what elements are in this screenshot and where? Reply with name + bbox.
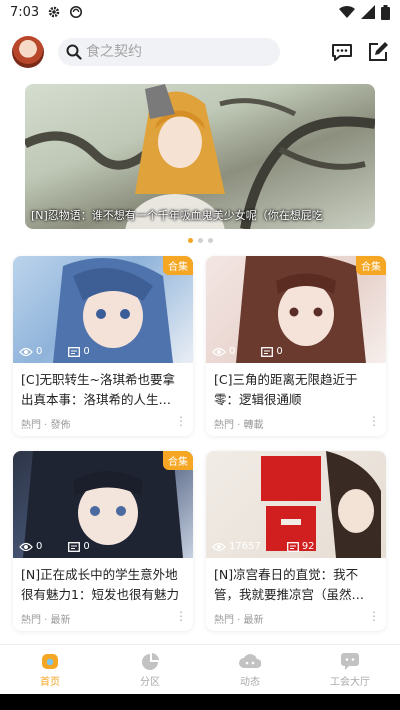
search-icon (66, 44, 82, 60)
battery-icon (381, 4, 390, 20)
view-count-value: 0 (229, 346, 236, 357)
post-card[interactable]: 合集 0 0 [C]三角的距离无限趋近于零：逻辑很通顺 熱門 · 轉載 ⋮ (206, 256, 386, 436)
eye-icon (19, 542, 33, 551)
view-count-value: 0 (36, 541, 43, 552)
comment-count: 92 (286, 541, 315, 552)
nav-item-home[interactable]: 首页 (0, 645, 100, 694)
view-count: 0 (212, 346, 235, 357)
eye-icon (212, 542, 226, 551)
banner-caption: [N]忍物语：谁不想有一个千年吸血鬼美少女呢（你在想屁吃 (31, 209, 323, 222)
comment-icon (68, 541, 81, 552)
view-count: 0 (19, 541, 42, 552)
search-bar[interactable] (58, 38, 280, 66)
card-cover-image: 合集 0 0 (13, 451, 193, 558)
signal-icon (361, 5, 375, 19)
avatar[interactable] (12, 36, 44, 68)
card-title: [C]无职转生~洛琪希也要拿出真本事：洛琪希的人生… (21, 372, 175, 407)
status-time: 7:03 (10, 4, 40, 20)
nav-item-guild-hall[interactable]: 工会大厅 (300, 645, 400, 694)
card-meta: 熱門 · 發佈 (21, 420, 71, 431)
top-bar (0, 30, 400, 74)
nav-label: 首页 (40, 676, 60, 688)
comment-count: 0 (261, 346, 283, 357)
comment-icon (261, 346, 274, 357)
card-title: [N]正在成长中的学生意外地很有魅力1：短发也很有魅力 (21, 567, 179, 602)
card-cover-image: 17657 92 (206, 451, 386, 558)
view-count-value: 0 (36, 346, 43, 357)
collection-badge: 合集 (356, 256, 386, 275)
bottom-nav: 首页 分区 动态 工会大厅 (0, 644, 400, 694)
comment-icon (286, 541, 299, 552)
card-meta: 熱門 · 最新 (214, 615, 264, 626)
carousel-dot[interactable] (197, 238, 203, 243)
card-meta: 熱門 · 轉載 (214, 420, 264, 431)
nav-label: 工会大厅 (330, 676, 370, 688)
comment-count-value: 0 (83, 346, 90, 357)
home-icon (42, 653, 58, 669)
carousel-dot[interactable] (187, 238, 193, 243)
banner-carousel[interactable]: [N]忍物语：谁不想有一个千年吸血鬼美少女呢（你在想屁吃 (25, 84, 375, 229)
nav-item-sections[interactable]: 分区 (100, 645, 200, 694)
card-title: [C]三角的距离无限趋近于零：逻辑很通顺 (214, 372, 358, 407)
nav-label: 动态 (240, 676, 260, 688)
card-meta: 熱門 · 最新 (21, 615, 71, 626)
card-cover-image: 合集 0 0 (206, 256, 386, 363)
settings-icon (48, 6, 60, 18)
pie-chart-icon (142, 652, 159, 670)
comment-count: 0 (68, 346, 90, 357)
view-count: 0 (19, 346, 42, 357)
more-options-icon[interactable]: ⋮ (368, 609, 380, 623)
comment-icon (68, 346, 81, 357)
view-count-value: 17657 (229, 541, 261, 552)
more-options-icon[interactable]: ⋮ (175, 609, 187, 623)
post-card[interactable]: 17657 92 [N]凉宫春日的直觉：我不管，我就要推凉宫（虽然… 熱門 · … (206, 451, 386, 631)
edit-icon[interactable] (366, 40, 390, 64)
cloud-icon (239, 653, 261, 668)
message-icon[interactable] (330, 40, 354, 64)
view-count: 17657 (212, 541, 261, 552)
more-options-icon[interactable]: ⋮ (175, 414, 187, 428)
search-input[interactable] (86, 44, 266, 60)
carousel-indicator (0, 238, 400, 243)
nav-item-feed[interactable]: 动态 (200, 645, 300, 694)
eye-icon (19, 347, 33, 356)
collection-badge: 合集 (163, 451, 193, 470)
comment-count-value: 0 (276, 346, 283, 357)
sync-icon (70, 5, 83, 19)
collection-badge: 合集 (163, 256, 193, 275)
status-bar: 7:03 (0, 0, 400, 24)
comment-count: 0 (68, 541, 90, 552)
carousel-dot[interactable] (207, 238, 213, 243)
wifi-icon (339, 5, 355, 19)
post-card[interactable]: 合集 0 0 [N]正在成长中的学生意外地很有魅力1：短发也很有魅力 熱門 · … (13, 451, 193, 631)
post-card[interactable]: 合集 0 0 [C]无职转生~洛琪希也要拿出真本事：洛琪希的人生… 熱門 · 發… (13, 256, 193, 436)
chat-bubble-icon (341, 652, 359, 670)
comment-count-value: 0 (83, 541, 90, 552)
card-cover-image: 合集 0 0 (13, 256, 193, 363)
nav-label: 分区 (140, 676, 160, 688)
system-navigation-bar (0, 694, 400, 710)
more-options-icon[interactable]: ⋮ (368, 414, 380, 428)
comment-count-value: 92 (301, 541, 315, 552)
card-title: [N]凉宫春日的直觉：我不管，我就要推凉宫（虽然… (214, 567, 365, 602)
eye-icon (212, 347, 226, 356)
